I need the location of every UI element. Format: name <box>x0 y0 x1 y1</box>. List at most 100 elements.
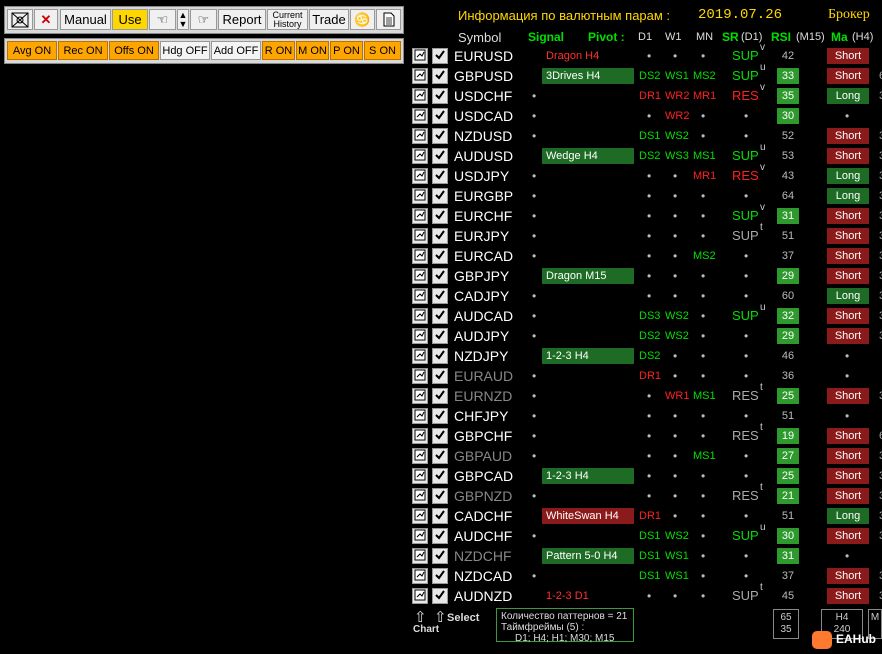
select-checkbox[interactable] <box>432 208 448 224</box>
chart-icon[interactable] <box>412 268 428 284</box>
chart-icon[interactable] <box>412 288 428 304</box>
symbol-name[interactable]: GBPUSD <box>454 66 513 86</box>
select-checkbox[interactable] <box>432 248 448 264</box>
symbol-name[interactable]: NZDJPY <box>454 346 508 366</box>
symbol-name[interactable]: EURNZD <box>454 386 512 406</box>
chart-icon[interactable] <box>412 228 428 244</box>
symbol-name[interactable]: GBPCAD <box>454 466 513 486</box>
select-checkbox[interactable] <box>432 468 448 484</box>
symbol-name[interactable]: EURUSD <box>454 46 513 66</box>
chart-icon[interactable] <box>412 168 428 184</box>
s-toggle[interactable]: S ON <box>364 41 401 60</box>
select-checkbox[interactable] <box>432 588 448 604</box>
symbol-name[interactable]: AUDCAD <box>454 306 513 326</box>
chart-icon[interactable] <box>412 208 428 224</box>
select-checkbox[interactable] <box>432 408 448 424</box>
select-checkbox[interactable] <box>432 528 448 544</box>
select-checkbox[interactable] <box>432 288 448 304</box>
select-label[interactable]: Select <box>447 612 479 624</box>
chart-icon[interactable] <box>412 308 428 324</box>
report-button[interactable]: Report <box>218 9 266 30</box>
symbol-name[interactable]: AUDCHF <box>454 526 512 546</box>
chart-icon[interactable] <box>412 48 428 64</box>
select-checkbox[interactable] <box>432 48 448 64</box>
select-checkbox[interactable] <box>432 108 448 124</box>
select-checkbox[interactable] <box>432 428 448 444</box>
chart-icon[interactable] <box>412 88 428 104</box>
m-toggle[interactable]: M ON <box>296 41 329 60</box>
select-checkbox[interactable] <box>432 568 448 584</box>
symbol-name[interactable]: GBPAUD <box>454 446 512 466</box>
manual-button[interactable]: Manual <box>60 9 111 30</box>
close-icon[interactable]: ✕ <box>34 9 58 30</box>
chart-icon[interactable] <box>412 548 428 564</box>
symbol-name[interactable]: GBPJPY <box>454 266 509 286</box>
chart-icon[interactable] <box>412 448 428 464</box>
r-toggle[interactable]: R ON <box>262 41 295 60</box>
symbol-name[interactable]: AUDJPY <box>454 326 509 346</box>
select-checkbox[interactable] <box>432 508 448 524</box>
chart-icon[interactable] <box>412 588 428 604</box>
select-checkbox[interactable] <box>432 308 448 324</box>
chart-icon[interactable] <box>412 248 428 264</box>
chart-icon[interactable] <box>412 488 428 504</box>
hdg-toggle[interactable]: Hdg OFF <box>160 41 210 60</box>
trade-button[interactable]: Trade <box>309 9 349 30</box>
symbol-name[interactable]: NZDCAD <box>454 566 512 586</box>
p-toggle[interactable]: P ON <box>330 41 363 60</box>
chart-icon[interactable] <box>412 188 428 204</box>
symbol-name[interactable]: GBPCHF <box>454 426 512 446</box>
add-toggle[interactable]: Add OFF <box>211 41 261 60</box>
use-button[interactable]: Use <box>112 9 148 30</box>
symbol-name[interactable]: EURCAD <box>454 246 513 266</box>
select-checkbox[interactable] <box>432 148 448 164</box>
select-checkbox[interactable] <box>432 348 448 364</box>
symbol-name[interactable]: USDCAD <box>454 106 513 126</box>
cancer-icon[interactable]: ♋ <box>350 9 375 30</box>
chart-icon[interactable] <box>412 68 428 84</box>
symbol-name[interactable]: NZDUSD <box>454 126 512 146</box>
chart-icon[interactable] <box>412 468 428 484</box>
chart-icon[interactable] <box>412 148 428 164</box>
symbol-name[interactable]: AUDUSD <box>454 146 513 166</box>
avg-toggle[interactable]: Avg ON <box>7 41 57 60</box>
chart-icon[interactable] <box>412 428 428 444</box>
symbol-name[interactable]: USDJPY <box>454 166 509 186</box>
select-checkbox[interactable] <box>432 68 448 84</box>
symbol-name[interactable]: EURAUD <box>454 366 513 386</box>
select-checkbox[interactable] <box>432 128 448 144</box>
chart-icon[interactable] <box>412 568 428 584</box>
chart-icon[interactable] <box>412 368 428 384</box>
grid-icon[interactable] <box>7 9 33 30</box>
select-checkbox[interactable] <box>432 368 448 384</box>
chart-icon[interactable] <box>412 348 428 364</box>
symbol-name[interactable]: CADCHF <box>454 506 512 526</box>
symbol-name[interactable]: AUDNZD <box>454 586 512 606</box>
chart-icon[interactable] <box>412 108 428 124</box>
select-checkbox[interactable] <box>432 488 448 504</box>
select-arrow-icon[interactable]: ⇧ <box>434 608 447 626</box>
offs-toggle[interactable]: Offs ON <box>109 41 159 60</box>
history-button[interactable]: Current History <box>267 9 308 30</box>
select-checkbox[interactable] <box>432 88 448 104</box>
symbol-name[interactable]: USDCHF <box>454 86 512 106</box>
document-icon[interactable] <box>376 9 401 30</box>
symbol-name[interactable]: EURGBP <box>454 186 513 206</box>
symbol-name[interactable]: EURJPY <box>454 226 509 246</box>
symbol-name[interactable]: EURCHF <box>454 206 512 226</box>
select-checkbox[interactable] <box>432 388 448 404</box>
hand-left-icon[interactable]: ☜ <box>149 9 176 30</box>
chart-icon[interactable] <box>412 508 428 524</box>
select-checkbox[interactable] <box>432 188 448 204</box>
chart-icon[interactable] <box>412 128 428 144</box>
chart-icon[interactable] <box>412 408 428 424</box>
select-checkbox[interactable] <box>432 328 448 344</box>
symbol-name[interactable]: NZDCHF <box>454 546 512 566</box>
select-checkbox[interactable] <box>432 168 448 184</box>
symbol-name[interactable]: CADJPY <box>454 286 509 306</box>
select-checkbox[interactable] <box>432 548 448 564</box>
chart-icon[interactable] <box>412 388 428 404</box>
chart-icon[interactable] <box>412 328 428 344</box>
select-checkbox[interactable] <box>432 268 448 284</box>
select-checkbox[interactable] <box>432 228 448 244</box>
